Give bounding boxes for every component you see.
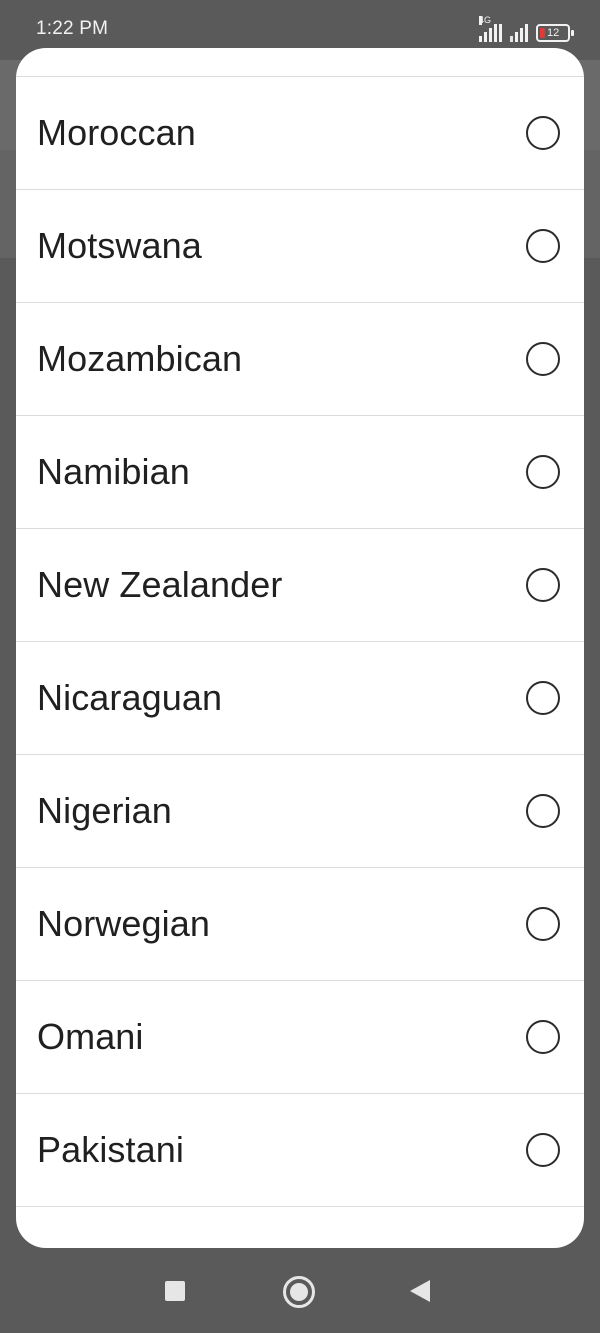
list-item-label: Nicaraguan [37, 677, 223, 718]
list-item-label: Mozambican [37, 338, 243, 379]
list-item-label: New Zealander [37, 564, 283, 605]
list-item-label: Omani [37, 1016, 144, 1057]
recents-icon[interactable] [165, 1281, 185, 1301]
list-item-label: Namibian [37, 451, 190, 492]
home-icon[interactable] [283, 1276, 315, 1308]
radio-button[interactable] [526, 229, 560, 263]
radio-button[interactable] [526, 342, 560, 376]
list-item[interactable]: Nicaraguan [16, 642, 584, 755]
list-item-label: Norwegian [37, 903, 210, 944]
radio-button[interactable] [526, 681, 560, 715]
navigation-bar [0, 1250, 600, 1333]
network-type: 4G [479, 15, 492, 25]
list-item[interactable]: Motswana [16, 190, 584, 303]
signal-icon [510, 22, 528, 42]
radio-button[interactable] [526, 907, 560, 941]
nationality-picker-sheet: Moroccan Motswana Mozambican Namibian Ne… [16, 48, 584, 1248]
battery-fill [540, 28, 545, 38]
list-item[interactable]: Pakistani [16, 1094, 584, 1207]
battery-icon: 12 [536, 24, 574, 42]
list-item[interactable]: New Zealander [16, 529, 584, 642]
list-item[interactable]: Nigerian [16, 755, 584, 868]
list-item-label: Nigerian [37, 790, 172, 831]
status-icons: 4G 12 [479, 16, 574, 42]
nationality-list: Moroccan Motswana Mozambican Namibian Ne… [16, 76, 584, 1207]
list-item[interactable]: Omani [16, 981, 584, 1094]
radio-button[interactable] [526, 455, 560, 489]
list-item-label: Motswana [37, 225, 202, 266]
list-item[interactable]: Moroccan [16, 77, 584, 190]
list-item[interactable]: Norwegian [16, 868, 584, 981]
back-icon[interactable] [410, 1280, 430, 1302]
list-item-label: Pakistani [37, 1129, 184, 1170]
radio-button[interactable] [526, 1020, 560, 1054]
list-item-label: Moroccan [37, 112, 196, 153]
status-time: 1:22 PM [36, 18, 109, 39]
radio-button[interactable] [526, 116, 560, 150]
radio-button[interactable] [526, 1133, 560, 1167]
signal-icon: 4G [479, 16, 502, 42]
list-item[interactable]: Namibian [16, 416, 584, 529]
battery-level: 12 [547, 27, 560, 39]
radio-button[interactable] [526, 794, 560, 828]
list-item[interactable]: Mozambican [16, 303, 584, 416]
radio-button[interactable] [526, 568, 560, 602]
